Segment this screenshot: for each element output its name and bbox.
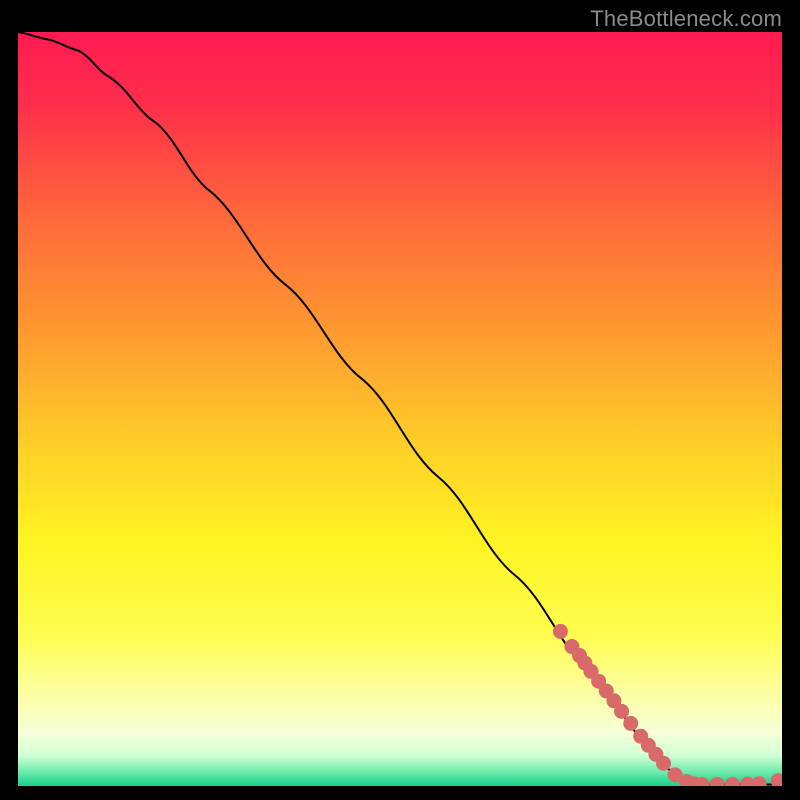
data-marker	[614, 704, 629, 719]
data-marker	[656, 756, 671, 771]
chart-svg	[18, 32, 782, 786]
data-marker	[623, 716, 638, 731]
data-marker	[553, 624, 568, 639]
watermark-text: TheBottleneck.com	[590, 6, 782, 32]
gradient-background	[18, 32, 782, 786]
plot-area	[18, 32, 782, 786]
chart-frame: TheBottleneck.com	[0, 0, 800, 800]
